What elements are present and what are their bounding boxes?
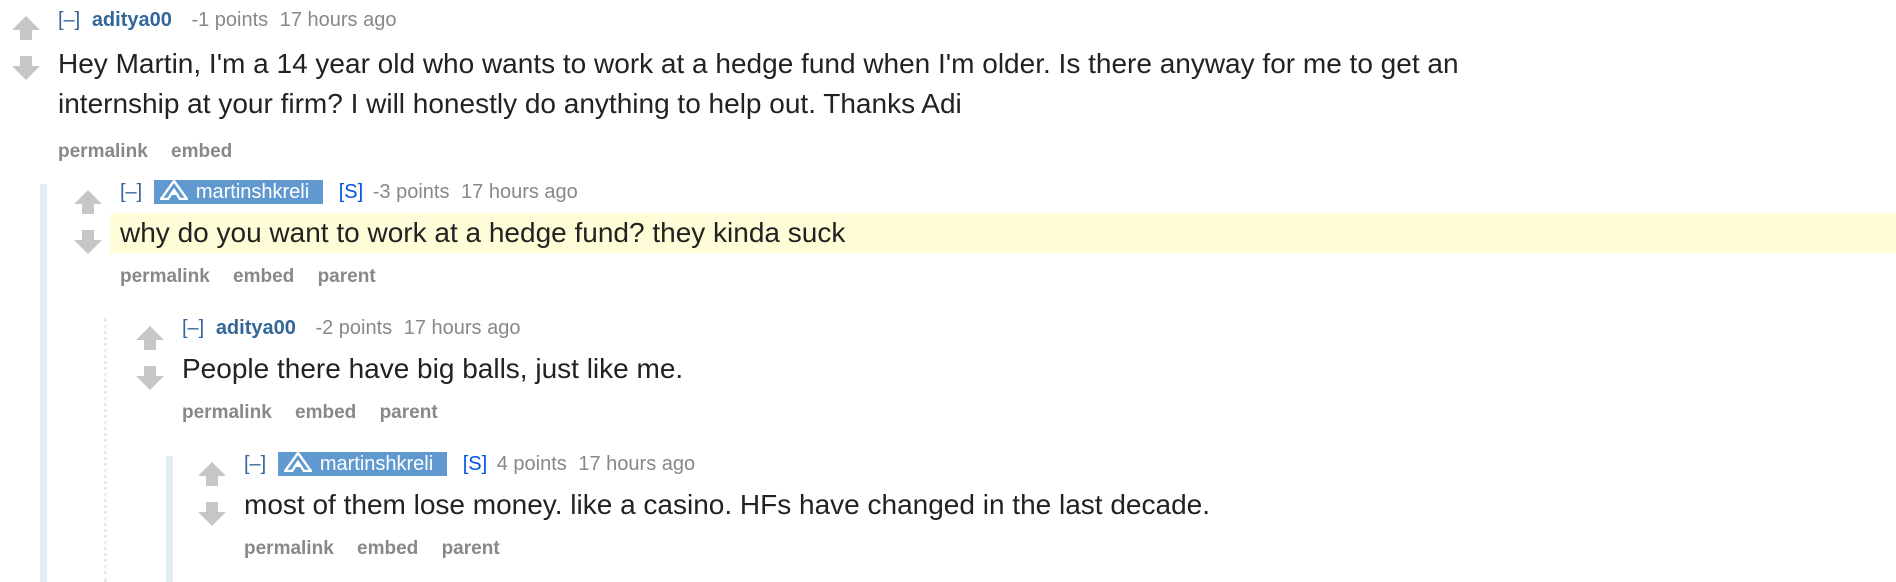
comment-buttons: permalink embed parent — [120, 257, 1896, 297]
score: -2 points — [315, 317, 393, 339]
upvote-arrow-icon[interactable] — [10, 14, 42, 46]
comment-text-line: Hey Martin, I'm a 14 year old who wants … — [58, 48, 1459, 79]
author-link[interactable]: aditya00 — [216, 317, 296, 339]
submitter-tag[interactable]: [S] — [463, 453, 487, 475]
author-flair-link[interactable]: martinshkreli — [153, 179, 324, 204]
comment-1: [–] aditya00 -1 points 17 hours ago Hey … — [0, 4, 1896, 172]
author-link[interactable]: aditya00 — [92, 9, 172, 31]
permalink-button[interactable]: permalink — [244, 538, 334, 559]
author-name: martinshkreli — [195, 180, 310, 203]
upvote-arrow-icon[interactable] — [134, 324, 166, 356]
collapse-toggle[interactable]: [–] — [120, 181, 142, 203]
permalink-button[interactable]: permalink — [120, 266, 210, 287]
embed-button[interactable]: embed — [295, 402, 356, 423]
flair-logo-icon — [158, 179, 190, 201]
tagline: [–] aditya00 -2 points 17 hours ago — [182, 314, 1896, 342]
comment-buttons: permalink embed parent — [182, 393, 1896, 433]
comment-4: [–] martinshkreli [S] 4 points 17 hours … — [186, 450, 1896, 569]
timestamp: 17 hours ago — [461, 181, 578, 203]
downvote-arrow-icon[interactable] — [134, 364, 166, 396]
permalink-button[interactable]: permalink — [182, 402, 272, 423]
parent-button[interactable]: parent — [442, 538, 500, 559]
comment-3: [–] aditya00 -2 points 17 hours ago Peop… — [124, 314, 1896, 433]
timestamp: 17 hours ago — [403, 317, 521, 339]
parent-button[interactable]: parent — [380, 402, 438, 423]
embed-button[interactable]: embed — [357, 538, 418, 559]
comment-body: most of them lose money. like a casino. … — [244, 489, 1210, 520]
embed-button[interactable]: embed — [233, 266, 294, 287]
author-flair-link[interactable]: martinshkreli — [277, 451, 448, 476]
collapse-toggle[interactable]: [–] — [58, 9, 80, 31]
comment-buttons: permalink embed parent — [244, 529, 1896, 569]
comment-text-line: internship at your firm? I will honestly… — [58, 88, 962, 119]
tagline: [–] martinshkreli [S] 4 points 17 hours … — [244, 450, 1896, 478]
tagline: [–] martinshkreli [S] -3 points 17 hours… — [120, 178, 1896, 206]
embed-button[interactable]: embed — [171, 141, 232, 162]
comment-body: why do you want to work at a hedge fund?… — [110, 213, 1896, 253]
collapse-toggle[interactable]: [–] — [244, 453, 266, 475]
score: -1 points — [191, 9, 269, 31]
upvote-arrow-icon[interactable] — [72, 188, 104, 220]
thread-line[interactable] — [40, 184, 47, 582]
comment-buttons: permalink embed — [58, 132, 1896, 172]
timestamp: 17 hours ago — [279, 9, 397, 31]
tagline: [–] aditya00 -1 points 17 hours ago — [58, 6, 1896, 34]
author-name: martinshkreli — [319, 452, 434, 475]
comment-2: [–] martinshkreli [S] -3 points 17 hours… — [62, 178, 1896, 297]
upvote-arrow-icon[interactable] — [196, 460, 228, 492]
downvote-arrow-icon[interactable] — [72, 228, 104, 260]
collapse-toggle[interactable]: [–] — [182, 317, 204, 339]
thread-line[interactable] — [104, 318, 107, 582]
score: 4 points — [496, 453, 567, 475]
downvote-arrow-icon[interactable] — [196, 500, 228, 532]
thread-line[interactable] — [166, 456, 173, 582]
parent-button[interactable]: parent — [318, 266, 376, 287]
permalink-button[interactable]: permalink — [58, 141, 148, 162]
comment-body: Hey Martin, I'm a 14 year old who wants … — [58, 44, 1896, 124]
timestamp: 17 hours ago — [578, 453, 696, 475]
submitter-tag[interactable]: [S] — [339, 181, 363, 203]
flair-logo-icon — [282, 451, 314, 473]
downvote-arrow-icon[interactable] — [10, 54, 42, 86]
comment-body: People there have big balls, just like m… — [182, 353, 684, 384]
score: -3 points — [372, 181, 450, 203]
